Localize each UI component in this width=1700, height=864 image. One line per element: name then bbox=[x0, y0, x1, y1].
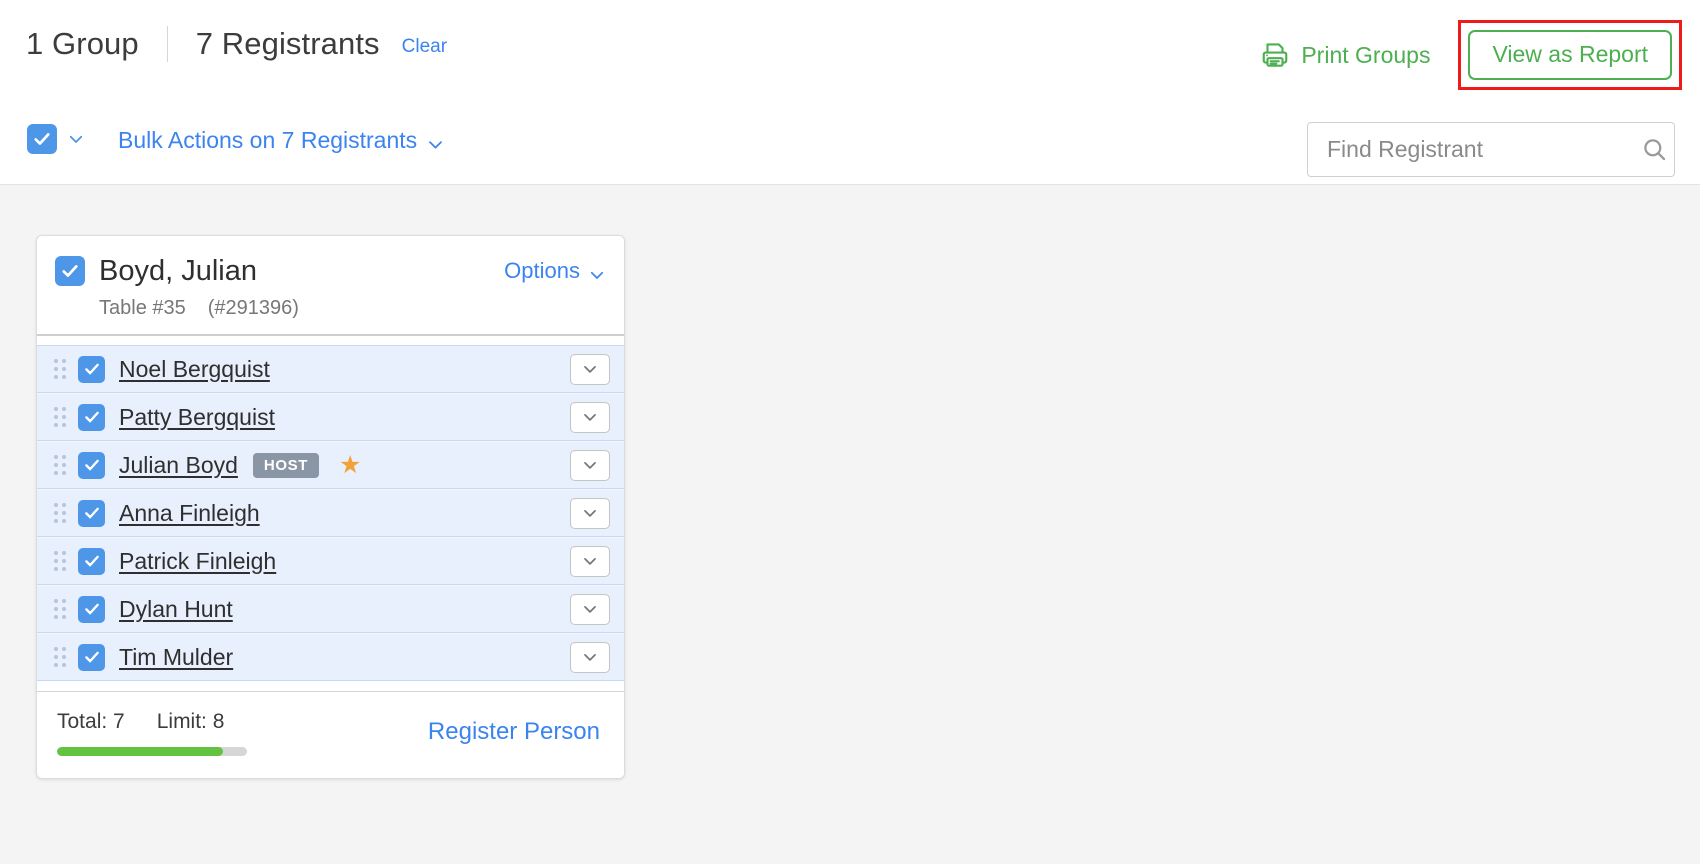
capacity-summary: Total: 7 Limit: 8 bbox=[57, 710, 247, 756]
top-bar: 1 Group 7 Registrants Clear Print Groups… bbox=[0, 0, 1700, 100]
check-icon bbox=[84, 507, 99, 519]
check-icon bbox=[84, 555, 99, 567]
registrant-options-caret[interactable] bbox=[570, 353, 610, 385]
print-groups-label: Print Groups bbox=[1301, 41, 1431, 68]
group-card-footer: Total: 7 Limit: 8 Register Person bbox=[37, 692, 624, 778]
check-icon bbox=[84, 603, 99, 615]
registrant-checkbox[interactable] bbox=[78, 403, 105, 431]
header-spacer bbox=[37, 336, 624, 345]
total-label: Total: 7 bbox=[57, 710, 125, 733]
registrant-name-link[interactable]: Tim Mulder bbox=[119, 644, 233, 671]
registrant-groups-page: 1 Group 7 Registrants Clear Print Groups… bbox=[0, 0, 1700, 864]
registrant-row: Anna Finleigh bbox=[37, 489, 624, 537]
registrant-list: Noel Bergquist Patty Bergquist Julian Boyd… bbox=[37, 345, 624, 681]
check-icon bbox=[84, 411, 99, 423]
check-icon bbox=[62, 265, 78, 277]
registrant-options-caret[interactable] bbox=[570, 449, 610, 481]
chevron-down-icon bbox=[588, 264, 606, 282]
group-subtitle: Table #35 (#291396) bbox=[99, 297, 606, 320]
group-card-header: Boyd, Julian Options Table #35 (#291396) bbox=[37, 236, 624, 334]
host-badge: HOST bbox=[252, 452, 319, 478]
summary-counts: 1 Group 7 Registrants Clear bbox=[26, 26, 447, 62]
search-button[interactable] bbox=[1635, 123, 1674, 176]
check-icon bbox=[84, 651, 99, 663]
check-icon bbox=[84, 459, 99, 471]
check-icon bbox=[34, 133, 50, 145]
print-groups-button[interactable]: Print Groups bbox=[1260, 40, 1430, 70]
view-as-report-highlight: View as Report bbox=[1458, 20, 1682, 90]
drag-handle-icon[interactable] bbox=[51, 358, 69, 380]
registrant-name-link[interactable]: Julian Boyd bbox=[119, 452, 238, 479]
registrant-name-link[interactable]: Noel Bergquist bbox=[119, 356, 270, 383]
registrant-checkbox[interactable] bbox=[78, 595, 105, 623]
group-count: 1 Group bbox=[26, 26, 139, 61]
capacity-progress-bar bbox=[57, 747, 247, 756]
registrant-name-link[interactable]: Patty Bergquist bbox=[119, 404, 275, 431]
registrant-options-caret[interactable] bbox=[570, 497, 610, 529]
printer-icon bbox=[1260, 40, 1290, 70]
select-all-control bbox=[27, 124, 85, 154]
star-icon: ★ bbox=[339, 450, 362, 479]
group-title: Boyd, Julian bbox=[99, 254, 257, 287]
select-all-checkbox[interactable] bbox=[27, 124, 57, 154]
clear-link[interactable]: Clear bbox=[402, 36, 447, 58]
group-options-dropdown[interactable]: Options bbox=[504, 258, 606, 284]
check-icon bbox=[84, 363, 99, 375]
registrant-checkbox[interactable] bbox=[78, 547, 105, 575]
registrant-row: Julian Boyd HOST ★ bbox=[37, 441, 624, 489]
registrant-row: Noel Bergquist bbox=[37, 345, 624, 393]
bulk-actions-dropdown[interactable]: Bulk Actions on 7 Registrants bbox=[118, 127, 445, 154]
registrant-options-caret[interactable] bbox=[570, 641, 610, 673]
registrant-name-link[interactable]: Dylan Hunt bbox=[119, 596, 233, 623]
view-as-report-button[interactable]: View as Report bbox=[1468, 30, 1672, 80]
registrant-row: Patty Bergquist bbox=[37, 393, 624, 441]
content-area: Boyd, Julian Options Table #35 (#291396) bbox=[0, 184, 1700, 864]
registrant-options-caret[interactable] bbox=[570, 593, 610, 625]
registrant-checkbox[interactable] bbox=[78, 451, 105, 479]
register-person-link[interactable]: Register Person bbox=[428, 718, 606, 746]
registrant-checkbox[interactable] bbox=[78, 499, 105, 527]
group-card: Boyd, Julian Options Table #35 (#291396) bbox=[36, 235, 625, 779]
search-input[interactable] bbox=[1308, 123, 1635, 176]
registrant-options-caret[interactable] bbox=[570, 401, 610, 433]
drag-handle-icon[interactable] bbox=[51, 598, 69, 620]
capacity-progress-fill bbox=[57, 747, 224, 756]
select-all-caret-icon[interactable] bbox=[67, 130, 85, 148]
footer-spacer bbox=[37, 681, 624, 691]
search-field[interactable] bbox=[1307, 122, 1675, 177]
registrant-row: Patrick Finleigh bbox=[37, 537, 624, 585]
group-id: (#291396) bbox=[207, 297, 299, 319]
registrant-row: Dylan Hunt bbox=[37, 585, 624, 633]
drag-handle-icon[interactable] bbox=[51, 502, 69, 524]
registrant-name-link[interactable]: Anna Finleigh bbox=[119, 500, 260, 527]
group-checkbox[interactable] bbox=[55, 256, 85, 286]
limit-label: Limit: 8 bbox=[156, 710, 225, 733]
drag-handle-icon[interactable] bbox=[51, 646, 69, 668]
group-options-label: Options bbox=[504, 258, 580, 283]
registrant-count: 7 Registrants bbox=[195, 26, 380, 61]
registrant-options-caret[interactable] bbox=[570, 545, 610, 577]
drag-handle-icon[interactable] bbox=[51, 406, 69, 428]
chevron-down-icon bbox=[426, 133, 445, 152]
drag-handle-icon[interactable] bbox=[51, 550, 69, 572]
top-bar-actions: Print Groups View as Report bbox=[1260, 20, 1682, 90]
registrant-row: Tim Mulder bbox=[37, 633, 624, 681]
registrant-checkbox[interactable] bbox=[78, 355, 105, 383]
drag-handle-icon[interactable] bbox=[51, 454, 69, 476]
action-bar: Bulk Actions on 7 Registrants bbox=[0, 100, 1700, 184]
table-number: Table #35 bbox=[99, 297, 186, 319]
bulk-actions-label: Bulk Actions on 7 Registrants bbox=[118, 127, 418, 153]
registrant-name-link[interactable]: Patrick Finleigh bbox=[119, 548, 276, 575]
registrant-checkbox[interactable] bbox=[78, 643, 105, 671]
search-icon bbox=[1644, 139, 1666, 161]
